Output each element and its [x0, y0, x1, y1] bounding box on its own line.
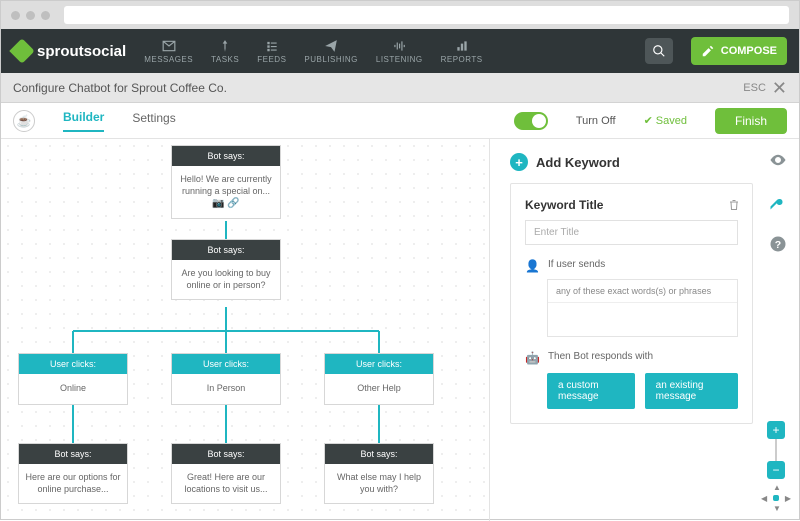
window-dot: [41, 11, 50, 20]
add-keyword-header[interactable]: + Add Keyword: [510, 153, 783, 171]
audio-icon: [391, 39, 407, 53]
svg-text:?: ?: [775, 239, 781, 251]
main-area: Bot says: Hello! We are currently runnin…: [1, 139, 799, 521]
phrase-textarea[interactable]: [548, 302, 737, 336]
key-icon[interactable]: [769, 193, 787, 211]
close-config[interactable]: ESC ✕: [743, 79, 787, 97]
attachment-icons: 📷 🔗: [212, 197, 240, 210]
brand-text: sproutsocial: [37, 43, 126, 60]
compose-button[interactable]: COMPOSE: [691, 37, 787, 65]
saved-indicator: ✔ Saved: [644, 114, 687, 127]
bot-node-text: Hello! We are currently running a specia…: [178, 174, 274, 197]
trash-icon: [728, 198, 740, 212]
window-dot: [26, 11, 35, 20]
list-icon: [264, 39, 280, 53]
bot-node[interactable]: Bot says: Hello! We are currently runnin…: [171, 145, 281, 219]
url-bar[interactable]: [64, 6, 789, 24]
pin-icon: [217, 39, 233, 53]
config-title: Configure Chatbot for Sprout Coffee Co.: [13, 81, 227, 95]
browser-chrome: [1, 1, 799, 29]
existing-message-button[interactable]: an existing message: [645, 373, 738, 409]
nav-tasks[interactable]: TASKS: [211, 39, 239, 64]
flow-canvas[interactable]: Bot says: Hello! We are currently runnin…: [1, 139, 489, 521]
any-of-label: any of these exact words(s) or phrases: [548, 280, 737, 302]
toggle-label: Turn Off: [576, 115, 616, 127]
bot-node-header: Bot says:: [172, 146, 280, 166]
delete-button[interactable]: [728, 198, 740, 215]
compose-icon: [701, 44, 715, 58]
tab-settings[interactable]: Settings: [132, 111, 175, 131]
config-bar: Configure Chatbot for Sprout Coffee Co. …: [1, 73, 799, 103]
search-button[interactable]: [645, 38, 673, 64]
finish-button[interactable]: Finish: [715, 108, 787, 134]
top-nav: sproutsocial MESSAGES TASKS FEEDS PUBLIS…: [1, 29, 799, 73]
user-node[interactable]: User clicks: Online: [18, 353, 128, 405]
user-node-header: User clicks:: [19, 354, 127, 374]
keyword-title-label: Keyword Title: [525, 198, 738, 212]
nav-reports[interactable]: REPORTS: [441, 39, 483, 64]
nav-publishing[interactable]: PUBLISHING: [304, 39, 357, 64]
help-icon[interactable]: ?: [769, 235, 787, 253]
zoom-controls: + − ▲ ▼ ◀ ▶: [763, 421, 789, 511]
bot-avatar-icon: ☕: [13, 110, 35, 132]
bot-node[interactable]: Bot says: Here are our options for onlin…: [18, 443, 128, 504]
pan-control[interactable]: ▲ ▼ ◀ ▶: [763, 485, 789, 511]
check-icon: ✔: [644, 114, 653, 127]
then-bot-label: Then Bot responds with: [548, 351, 653, 362]
zoom-track[interactable]: [775, 439, 777, 461]
envelope-icon: [161, 39, 177, 53]
user-node-text: In Person: [172, 374, 280, 404]
side-panel: + Add Keyword Keyword Title Enter Title …: [489, 139, 799, 521]
user-icon: 👤: [525, 259, 540, 273]
user-node[interactable]: User clicks: Other Help: [324, 353, 434, 405]
plus-icon: +: [510, 153, 528, 171]
zoom-in-button[interactable]: +: [767, 421, 785, 439]
enable-toggle[interactable]: [514, 112, 548, 130]
paper-plane-icon: [323, 39, 339, 53]
brand-logo[interactable]: sproutsocial: [13, 42, 126, 60]
tab-builder[interactable]: Builder: [63, 110, 104, 132]
if-user-sends-label: If user sends: [548, 259, 605, 270]
user-node-text: Online: [19, 374, 127, 404]
nav-listening[interactable]: LISTENING: [376, 39, 423, 64]
close-icon: ✕: [772, 79, 787, 97]
bot-node[interactable]: Bot says: Are you looking to buy online …: [171, 239, 281, 300]
bot-node-header: Bot says:: [325, 444, 433, 464]
bot-node-header: Bot says:: [19, 444, 127, 464]
bot-node-text: Here are our options for online purchase…: [19, 464, 127, 503]
user-node-header: User clicks:: [325, 354, 433, 374]
bot-node[interactable]: Bot says: What else may I help you with?: [324, 443, 434, 504]
keyword-card: Keyword Title Enter Title 👤 If user send…: [510, 183, 753, 424]
custom-message-button[interactable]: a custom message: [547, 373, 635, 409]
bot-node-header: Bot says:: [172, 240, 280, 260]
bot-node-text: Great! Here are our locations to visit u…: [172, 464, 280, 503]
bot-node-text: Are you looking to buy online or in pers…: [172, 260, 280, 299]
visibility-icon[interactable]: [769, 151, 787, 169]
search-icon: [652, 44, 666, 58]
leaf-icon: [9, 38, 34, 63]
bot-icon: 🤖: [525, 351, 540, 365]
bar-chart-icon: [454, 39, 470, 53]
nav-feeds[interactable]: FEEDS: [257, 39, 286, 64]
phrase-input-group: any of these exact words(s) or phrases: [547, 279, 738, 337]
user-node[interactable]: User clicks: In Person: [171, 353, 281, 405]
zoom-out-button[interactable]: −: [767, 461, 785, 479]
window-dot: [11, 11, 20, 20]
user-node-header: User clicks:: [172, 354, 280, 374]
nav-messages[interactable]: MESSAGES: [144, 39, 193, 64]
bot-node[interactable]: Bot says: Great! Here are our locations …: [171, 443, 281, 504]
bot-node-header: Bot says:: [172, 444, 280, 464]
bot-node-text: What else may I help you with?: [325, 464, 433, 503]
tabs-bar: ☕ Builder Settings Turn Off ✔ Saved Fini…: [1, 103, 799, 139]
title-input[interactable]: Enter Title: [525, 220, 738, 245]
user-node-text: Other Help: [325, 374, 433, 404]
